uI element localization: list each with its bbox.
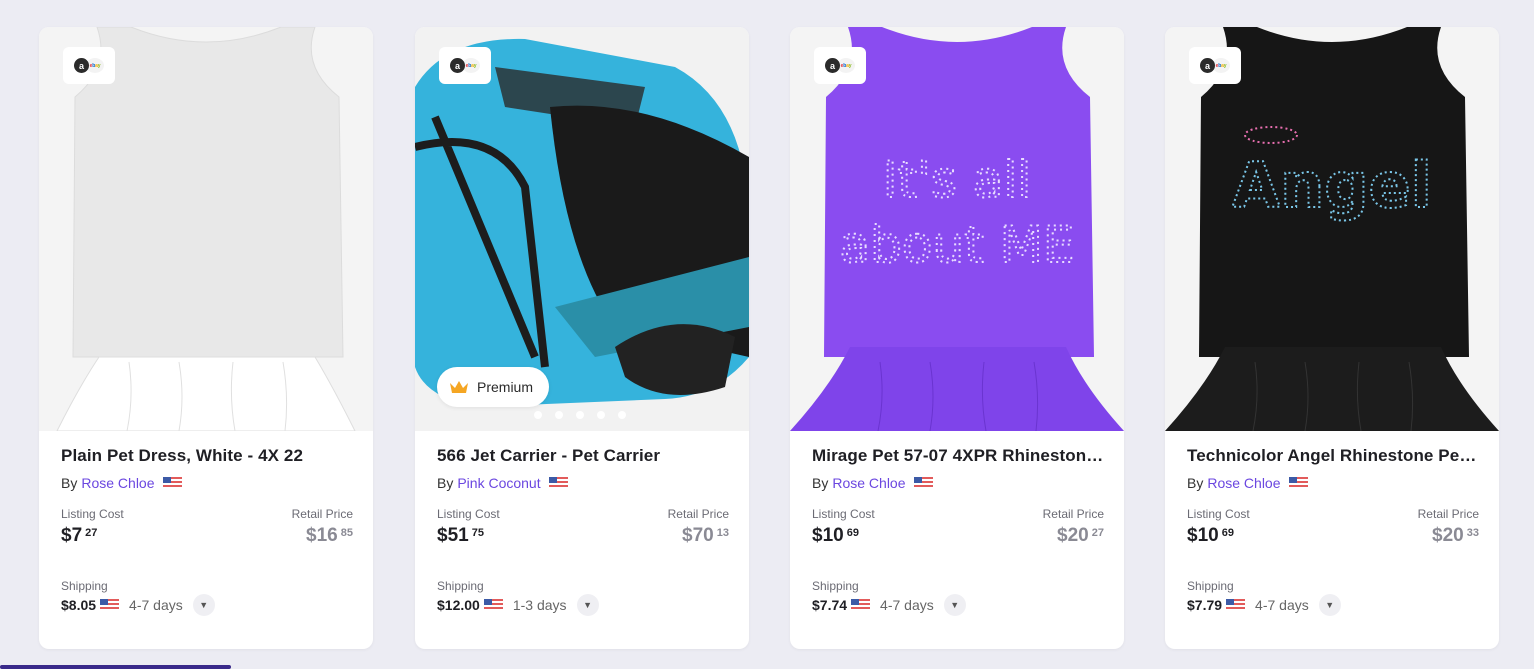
seller-link[interactable]: Rose Chloe [1207,475,1280,491]
purple-pet-dress-image: It's all about ME [790,27,1124,431]
product-image[interactable]: Angel a ebay [1165,27,1499,431]
us-flag-icon [483,599,503,611]
product-title[interactable]: Mirage Pet 57-07 4XPR Rhinestone It's al… [812,446,1104,466]
shipping-days: 1-3 days [512,597,567,613]
shipping-cost: $8.05 [61,597,97,613]
carousel-dot[interactable] [555,411,563,419]
marketplace-badge: a ebay [814,47,866,84]
print-text-line1: It's all [883,151,1031,209]
listing-cost-label: Listing Cost [437,507,500,521]
shipping-row: $8.05 4-7 days ▼ [61,594,353,616]
premium-badge: Premium [437,367,550,407]
product-title[interactable]: 566 Jet Carrier - Pet Carrier [437,446,729,466]
crown-icon [450,381,468,393]
shipping-cost: $7.74 [812,597,848,613]
marketplace-badge: a ebay [63,47,115,84]
retail-price: $16 85 [306,525,353,546]
by-label: By [61,475,78,491]
retail-price-label: Retail Price [1417,507,1479,521]
seller-line: By Rose Chloe [61,475,353,491]
amazon-icon: a [74,58,89,73]
shipping-row: $12.00 1-3 days ▼ [437,594,729,616]
product-card[interactable]: a ebay Plain Pet Dress, White - 4X 22 By… [39,27,373,649]
product-title[interactable]: Plain Pet Dress, White - 4X 22 [61,446,353,466]
amazon-icon: a [825,58,840,73]
print-text-line2: about ME [840,216,1075,274]
us-flag-icon [100,599,120,611]
by-label: By [812,475,829,491]
product-card[interactable]: a ebay Premium 566 Jet Carrier - Pet Car… [415,27,749,649]
seller-line: By Pink Coconut [437,475,729,491]
product-card[interactable]: Angel a ebay Technicolor Angel Rhineston… [1165,27,1499,649]
product-title[interactable]: Technicolor Angel Rhinestone Pet Dress [1187,446,1479,466]
product-image[interactable]: a ebay [39,27,373,431]
amazon-icon: a [1200,58,1215,73]
by-label: By [1187,475,1204,491]
retail-price: $20 27 [1057,525,1104,546]
product-card[interactable]: It's all about ME a ebay Mirage Pet 57-0… [790,27,1124,649]
seller-link[interactable]: Rose Chloe [81,475,154,491]
shipping-days: 4-7 days [129,597,183,613]
bottom-progress-bar [0,665,231,669]
chevron-down-icon[interactable]: ▼ [576,594,599,616]
carousel-dot[interactable] [618,411,626,419]
shipping-days: 4-7 days [880,597,934,613]
seller-line: By Rose Chloe [812,475,1104,491]
carousel-dot[interactable] [576,411,584,419]
listing-cost-label: Listing Cost [1187,507,1250,521]
retail-price: $70 13 [682,525,729,546]
amazon-icon: a [450,58,465,73]
us-flag-icon [913,477,933,489]
listing-cost-label: Listing Cost [812,507,875,521]
retail-price-label: Retail Price [667,507,729,521]
us-flag-icon [1288,477,1308,489]
black-pet-dress-image: Angel [1165,27,1499,431]
listing-cost-label: Listing Cost [61,507,124,521]
shipping-label: Shipping [437,579,484,593]
retail-price-label: Retail Price [291,507,353,521]
shipping-label: Shipping [61,579,108,593]
shipping-cost: $12.00 [437,597,480,613]
carousel-dot[interactable] [597,411,605,419]
premium-label: Premium [477,379,534,395]
product-image[interactable]: It's all about ME a ebay [790,27,1124,431]
marketplace-badge: a ebay [439,47,491,84]
chevron-down-icon[interactable]: ▼ [192,594,215,616]
us-flag-icon [1226,599,1246,611]
listing-cost: $7 27 [61,525,98,546]
product-image[interactable]: a ebay Premium [415,27,749,431]
retail-price: $20 33 [1432,525,1479,546]
us-flag-icon [548,477,568,489]
us-flag-icon [851,599,871,611]
shipping-days: 4-7 days [1255,597,1309,613]
carousel-dot[interactable] [534,411,542,419]
chevron-down-icon[interactable]: ▼ [1318,594,1341,616]
seller-line: By Rose Chloe [1187,475,1479,491]
listing-cost: $10 69 [1187,525,1234,546]
by-label: By [437,475,454,491]
listing-cost: $10 69 [812,525,859,546]
print-text-line1: Angel [1232,149,1432,222]
seller-link[interactable]: Pink Coconut [457,475,540,491]
shipping-cost: $7.79 [1187,597,1223,613]
seller-link[interactable]: Rose Chloe [832,475,905,491]
us-flag-icon [162,477,182,489]
retail-price-label: Retail Price [1042,507,1104,521]
shipping-label: Shipping [812,579,859,593]
shipping-label: Shipping [1187,579,1234,593]
marketplace-badge: a ebay [1189,47,1241,84]
shipping-row: $7.74 4-7 days ▼ [812,594,1104,616]
product-grid: a ebay Plain Pet Dress, White - 4X 22 By… [0,0,1534,669]
listing-cost: $51 75 [437,525,484,546]
carousel-dots[interactable] [534,411,626,419]
chevron-down-icon[interactable]: ▼ [943,594,966,616]
shipping-row: $7.79 4-7 days ▼ [1187,594,1479,616]
white-pet-dress-image [39,27,373,431]
